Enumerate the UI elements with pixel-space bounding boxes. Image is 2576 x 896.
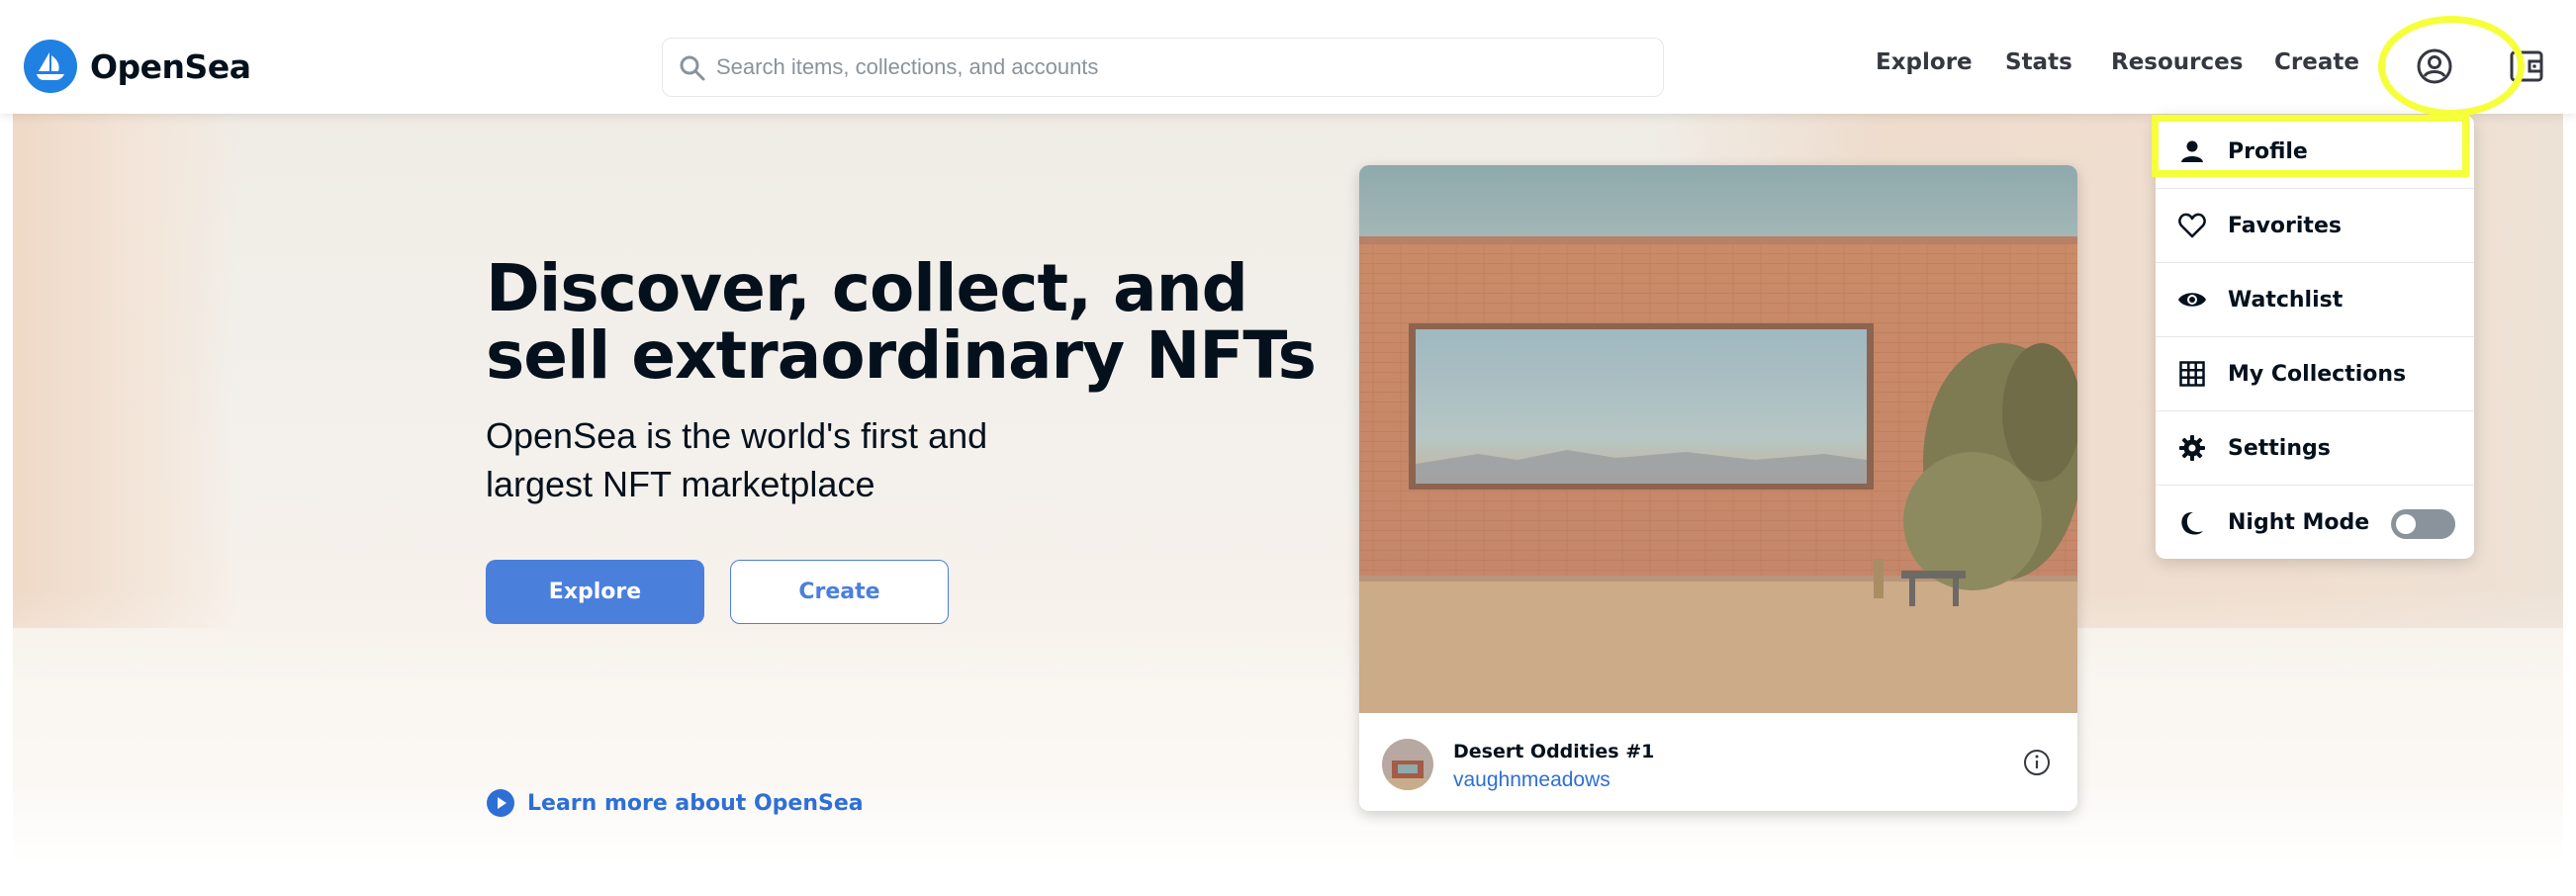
learn-more-link[interactable]: Learn more about OpenSea (486, 786, 864, 820)
nav-explore[interactable]: Explore (1876, 49, 1973, 75)
eye-icon (2177, 285, 2207, 314)
info-icon[interactable] (2022, 748, 2052, 777)
nft-title[interactable]: Desert Oddities #1 (1453, 741, 1654, 762)
search-bar[interactable] (662, 38, 1664, 97)
nav-resources[interactable]: Resources (2111, 49, 2243, 75)
nft-artwork-image (1359, 165, 2077, 713)
menu-label-settings: Settings (2228, 435, 2331, 461)
account-circle-icon (2417, 48, 2452, 84)
menu-item-night-mode[interactable]: Night Mode (2156, 486, 2474, 559)
wallet-button[interactable] (2509, 47, 2546, 85)
explore-button[interactable]: Explore (486, 560, 704, 624)
hero-headline: Discover, collect, and sell extraordinar… (486, 250, 1317, 394)
menu-item-watchlist[interactable]: Watchlist (2156, 263, 2474, 337)
play-circle-icon (487, 789, 514, 817)
menu-label-favorites: Favorites (2228, 213, 2342, 238)
search-input[interactable] (716, 39, 1646, 96)
gear-icon (2177, 433, 2207, 463)
featured-nft-card[interactable]: Desert Oddities #1 vaughnmeadows (1359, 165, 2077, 811)
heart-icon (2177, 211, 2207, 240)
opensea-logo-icon[interactable] (24, 40, 77, 93)
menu-label-watchlist: Watchlist (2228, 287, 2344, 313)
toggle-knob (2396, 514, 2416, 534)
top-navigation-bar: OpenSea Explore Stats Resources Create (0, 0, 2576, 114)
menu-label-my-collections: My Collections (2228, 361, 2407, 387)
brand-name[interactable]: OpenSea (90, 47, 251, 86)
night-mode-toggle[interactable] (2391, 509, 2455, 539)
search-icon (680, 55, 705, 81)
learn-more-label: Learn more about OpenSea (527, 790, 864, 816)
wallet-icon (2510, 50, 2543, 82)
blurred-background-bottom (13, 588, 2563, 865)
nav-create[interactable]: Create (2274, 49, 2359, 75)
hero-subline: OpenSea is the world's first and largest… (486, 415, 988, 504)
account-dropdown-menu: Profile Favorites Watchlist My Collectio… (2156, 115, 2474, 559)
creator-link[interactable]: vaughnmeadows (1453, 768, 1610, 792)
create-button[interactable]: Create (730, 560, 949, 624)
menu-label-night-mode: Night Mode (2228, 510, 2370, 535)
blurred-background-left (13, 114, 240, 628)
menu-item-my-collections[interactable]: My Collections (2156, 337, 2474, 411)
menu-item-settings[interactable]: Settings (2156, 411, 2474, 486)
menu-item-favorites[interactable]: Favorites (2156, 189, 2474, 263)
creator-avatar[interactable] (1382, 739, 1433, 790)
nav-stats[interactable]: Stats (2005, 49, 2072, 75)
moon-icon (2177, 508, 2207, 538)
account-button[interactable] (2414, 45, 2455, 87)
grid-icon (2177, 359, 2207, 389)
avatar-image (1382, 739, 1433, 790)
person-icon (2177, 136, 2207, 166)
card-footer: Desert Oddities #1 vaughnmeadows (1359, 713, 2077, 811)
menu-item-profile[interactable]: Profile (2156, 115, 2474, 189)
sailboat-icon (37, 52, 64, 80)
menu-label-profile: Profile (2228, 138, 2308, 164)
